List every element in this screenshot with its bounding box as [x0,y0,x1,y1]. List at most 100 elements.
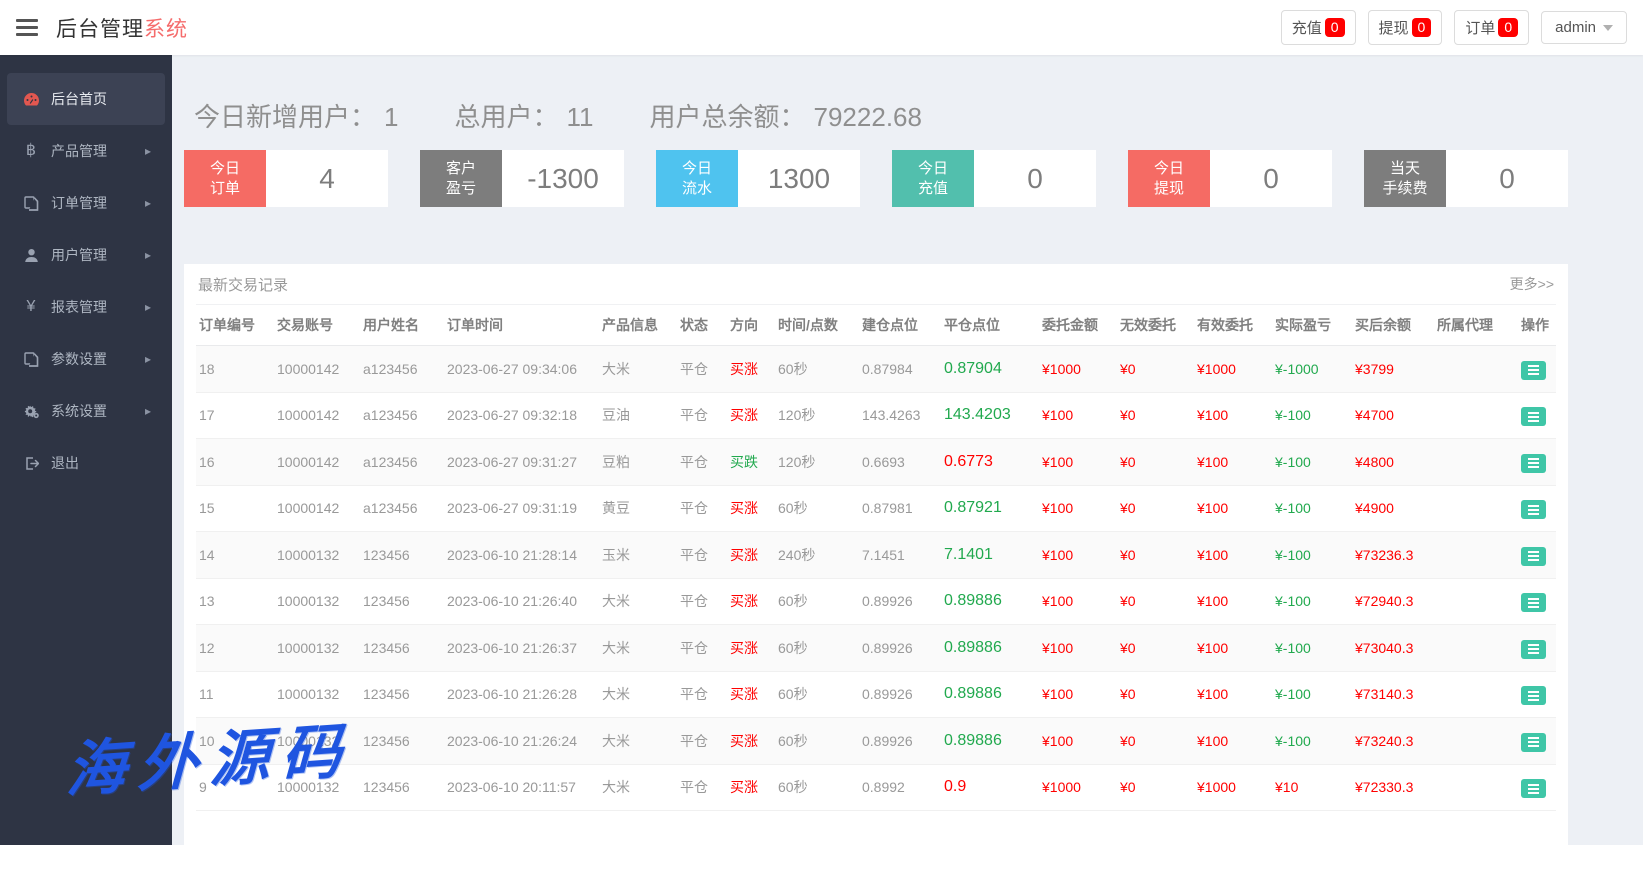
cell-balance-after: ¥73140.3 [1352,671,1434,718]
cell-balance-after: ¥4700 [1352,392,1434,439]
sidebar-item-系统设置[interactable]: 系统设置▸ [7,385,165,437]
detail-button[interactable] [1521,407,1546,426]
detail-button[interactable] [1521,686,1546,705]
admin-dropdown[interactable]: admin [1541,11,1627,44]
list-icon [1528,509,1539,511]
cell-product: 大米 [599,671,677,718]
cell-order-time: 2023-06-27 09:31:27 [444,439,599,486]
user-icon [21,248,41,263]
sidebar-item-label: 退出 [51,453,79,473]
sidebar-item-产品管理[interactable]: ฿产品管理▸ [7,125,165,177]
column-header-平仓点位: 平仓点位 [941,305,1039,346]
table-header-row: 订单编号交易账号用户姓名订单时间产品信息状态方向时间/点数建仓点位平仓点位委托金… [196,305,1556,346]
cell-direction: 买涨 [727,346,775,393]
stat-value: 11 [567,102,594,132]
detail-button[interactable] [1521,361,1546,380]
cell-open-price: 0.89926 [859,578,941,625]
cell-status: 平仓 [677,439,727,486]
stat-card-label: 今日充值 [892,150,974,207]
cell-username: 123456 [360,625,444,672]
cell-status: 平仓 [677,392,727,439]
sidebar-item-用户管理[interactable]: 用户管理▸ [7,229,165,281]
cell-direction: 买涨 [727,671,775,718]
cell-direction: 买涨 [727,532,775,579]
topbar-button-label: 充值 [1292,17,1322,38]
cell-valid-entrust: ¥100 [1194,439,1272,486]
stat-card-value: 1300 [738,150,860,207]
cell-close-price: 0.87921 [941,485,1039,532]
stat-2: 用户总余额：79222.68 [650,97,922,134]
cell-operation [1518,578,1556,625]
column-header-实际盈亏: 实际盈亏 [1272,305,1352,346]
more-link[interactable]: 更多>> [1510,274,1554,294]
cell-order-time: 2023-06-27 09:32:18 [444,392,599,439]
chevron-right-icon: ▸ [145,352,151,366]
detail-button[interactable] [1521,779,1546,798]
card-label-line: 客户 [446,159,476,179]
cell-actual-pnl: ¥-100 [1272,485,1352,532]
cell-entrust-amount: ¥100 [1039,485,1117,532]
detail-button[interactable] [1521,640,1546,659]
stat-card-value: 0 [974,150,1096,207]
cell-open-price: 0.89926 [859,625,941,672]
detail-button[interactable] [1521,733,1546,752]
table-row: 1810000142a1234562023-06-27 09:34:06大米平仓… [196,346,1556,393]
topbar-button-label: 提现 [1379,17,1409,38]
sidebar-item-label: 产品管理 [51,141,107,161]
column-header-建仓点位: 建仓点位 [859,305,941,346]
cell-order-time: 2023-06-27 09:34:06 [444,346,599,393]
stat-1: 总用户：11 [454,97,593,134]
stat-card-客户盈亏: 客户盈亏-1300 [420,150,624,207]
cell-actual-pnl: ¥-100 [1272,625,1352,672]
cell-account: 10000142 [274,392,360,439]
cell-order-id: 10 [196,718,274,765]
cell-agent [1434,578,1518,625]
detail-button[interactable] [1521,547,1546,566]
cell-product: 豆油 [599,392,677,439]
sidebar-item-后台首页[interactable]: 后台首页 [7,73,165,125]
cell-order-time: 2023-06-10 21:26:24 [444,718,599,765]
cell-username: 123456 [360,532,444,579]
cell-invalid-entrust: ¥0 [1117,532,1194,579]
sidebar-item-参数设置[interactable]: 参数设置 ▸ [7,333,165,385]
cell-operation [1518,718,1556,765]
cell-account: 10000142 [274,439,360,486]
chevron-right-icon: ▸ [145,404,151,418]
cell-duration: 60秒 [775,625,859,672]
column-header-产品信息: 产品信息 [599,305,677,346]
topbar-button-订单[interactable]: 订单0 [1454,10,1529,45]
detail-button[interactable] [1521,454,1546,473]
cell-agent [1434,392,1518,439]
app-title-red: 系统 [144,18,188,41]
sidebar-item-订单管理[interactable]: 订单管理▸ [7,177,165,229]
cell-operation [1518,764,1556,811]
column-header-时间/点数: 时间/点数 [775,305,859,346]
hamburger-menu-icon[interactable] [16,15,38,40]
sidebar-item-label: 参数设置 [51,349,107,369]
topbar-button-提现[interactable]: 提现0 [1368,10,1443,45]
sidebar-item-报表管理[interactable]: ¥报表管理▸ [7,281,165,333]
cell-open-price: 0.89926 [859,671,941,718]
sidebar-item-退出[interactable]: 退出 [7,437,165,489]
detail-button[interactable] [1521,500,1546,519]
cell-product: 玉米 [599,532,677,579]
chevron-right-icon: ▸ [145,196,151,210]
cell-entrust-amount: ¥100 [1039,671,1117,718]
cell-order-id: 11 [196,671,274,718]
cell-agent [1434,625,1518,672]
cell-balance-after: ¥4900 [1352,485,1434,532]
sidebar-item-label: 后台首页 [51,89,107,109]
admin-label: admin [1555,19,1596,36]
cell-direction: 买涨 [727,625,775,672]
topbar-button-充值[interactable]: 充值0 [1281,10,1356,45]
detail-button[interactable] [1521,593,1546,612]
cell-account: 10000142 [274,346,360,393]
cell-actual-pnl: ¥-100 [1272,718,1352,765]
cell-close-price: 0.89886 [941,671,1039,718]
cell-close-price: 143.4203 [941,392,1039,439]
notification-badge: 0 [1325,18,1345,37]
cell-order-id: 18 [196,346,274,393]
cell-valid-entrust: ¥100 [1194,485,1272,532]
cell-valid-entrust: ¥100 [1194,532,1272,579]
cell-balance-after: ¥4800 [1352,439,1434,486]
